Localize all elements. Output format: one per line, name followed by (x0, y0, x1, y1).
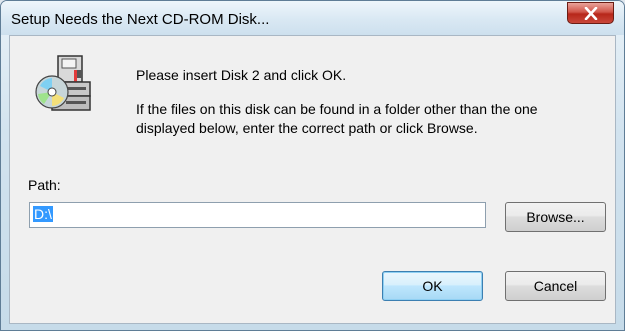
close-icon (584, 6, 597, 20)
close-button[interactable] (567, 2, 614, 24)
cancel-button[interactable]: Cancel (505, 271, 606, 301)
ok-button[interactable]: OK (382, 271, 483, 301)
insert-disk-message: Please insert Disk 2 and click OK. (136, 67, 347, 83)
cd-rom-drive-icon (35, 55, 91, 111)
dialog-body: Please insert Disk 2 and click OK. If th… (9, 35, 616, 324)
path-input[interactable]: D:\ (29, 202, 486, 228)
setup-dialog-window: Setup Needs the Next CD-ROM Disk... Plea… (0, 0, 625, 331)
browse-button[interactable]: Browse... (505, 202, 606, 232)
title-bar[interactable]: Setup Needs the Next CD-ROM Disk... (1, 1, 624, 35)
path-input-value: D:\ (33, 206, 53, 222)
path-instructions-message: If the files on this disk can be found i… (136, 101, 538, 136)
path-label: Path: (28, 177, 61, 193)
window-title: Setup Needs the Next CD-ROM Disk... (11, 11, 270, 28)
